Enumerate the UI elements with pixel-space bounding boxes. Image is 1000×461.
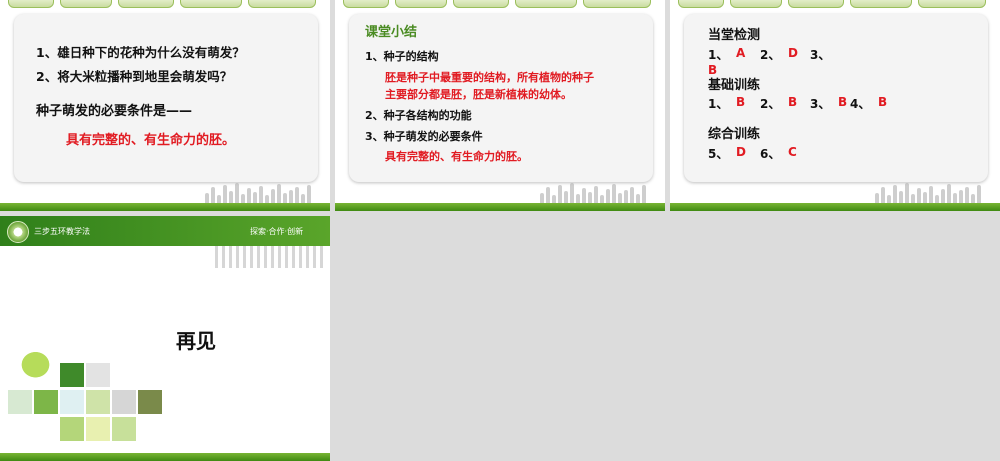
- summary-title: 课堂小结: [365, 25, 418, 40]
- brand-name: 三步五环教学法: [34, 227, 90, 236]
- blank-tile: [8, 390, 32, 414]
- sprout-decoration: [540, 181, 646, 203]
- blank-tile: [86, 363, 110, 387]
- soil-photo: [138, 390, 162, 414]
- test-title: 当堂检测: [708, 28, 761, 43]
- answer-letter: B: [878, 95, 888, 109]
- answer-num: 5、: [708, 147, 729, 161]
- content-card: [14, 14, 318, 182]
- basic-training-title: 基础训练: [708, 78, 761, 93]
- slide-top-tabs: [670, 0, 1000, 8]
- question-2: 2、将大米粒播种到地里会萌发吗？: [36, 69, 233, 84]
- answer-num: 3、: [810, 48, 831, 62]
- slide-3[interactable]: 当堂检测 1、 A 2、 D 3、 B 基础训练 1、 B 2、 B 3、 B …: [670, 0, 1000, 211]
- answer-letter: B: [788, 95, 798, 109]
- answer-text: 具有完整的、有生命力的胚。: [66, 133, 236, 148]
- answer-letter: B: [838, 95, 848, 109]
- summary-item-2: 2、种子各结构的功能: [365, 109, 472, 122]
- sprout-decoration: [205, 181, 311, 203]
- answer-num: 6、: [760, 147, 781, 161]
- answer-num: 4、: [850, 97, 871, 111]
- slide-2[interactable]: 课堂小结 1、种子的结构 胚是种子中最重要的结构，所有植物的种子 主要部分都是胚…: [335, 0, 665, 211]
- answer-letter: D: [788, 46, 798, 60]
- blank-tile: [60, 390, 84, 414]
- leaf-photo: [112, 417, 136, 441]
- answer-num: 3、: [810, 97, 831, 111]
- sprout-decoration: [215, 246, 325, 268]
- summary-item-1-detail-1: 胚是种子中最重要的结构，所有植物的种子: [385, 71, 594, 84]
- answer-num: 2、: [760, 48, 781, 62]
- bottom-bar: [335, 203, 665, 211]
- slide-top-tabs: [335, 0, 665, 8]
- answer-num: 1、: [708, 97, 729, 111]
- bottom-bar: [0, 203, 330, 211]
- photo-mosaic: [0, 336, 170, 446]
- answer-num: 1、: [708, 48, 729, 62]
- answer-letter: B: [736, 95, 746, 109]
- answer-letter: A: [736, 46, 746, 60]
- condition-label: 种子萌发的必要条件是——: [36, 104, 193, 119]
- blank-tile: [86, 417, 110, 441]
- comprehensive-training-title: 综合训练: [708, 127, 761, 142]
- leaf-photo: [34, 390, 58, 414]
- summary-item-3: 3、种子萌发的必要条件: [365, 130, 483, 143]
- bottom-bar: [0, 453, 330, 461]
- summary-item-1: 1、种子的结构: [365, 50, 439, 63]
- answer-num: 2、: [760, 97, 781, 111]
- sprout-photo: [86, 390, 110, 414]
- slide-top-tabs: [0, 0, 330, 8]
- summary-item-3-detail: 具有完整的、有生命力的胚。: [385, 150, 528, 163]
- logo-icon: [7, 221, 29, 243]
- sprout-decoration: [875, 181, 981, 203]
- farewell-text: 再见: [176, 329, 216, 353]
- slide-4[interactable]: 三步五环教学法 探索·合作·创新 再见: [0, 216, 330, 461]
- answer-letter: C: [788, 145, 797, 159]
- bottom-bar: [670, 203, 1000, 211]
- question-1: 1、雄日种下的花种为什么没有萌发？: [36, 45, 245, 60]
- blank-tile: [112, 390, 136, 414]
- leaf-photo: [8, 344, 58, 390]
- summary-item-1-detail-2: 主要部分都是胚，胚是新植株的幼体。: [385, 88, 572, 101]
- leaf-photo: [60, 363, 84, 387]
- leaf-photo: [60, 417, 84, 441]
- slide-1[interactable]: 1、雄日种下的花种为什么没有萌发？ 2、将大米粒播种到地里会萌发吗？ 种子萌发的…: [0, 0, 330, 211]
- answer-letter: D: [736, 145, 746, 159]
